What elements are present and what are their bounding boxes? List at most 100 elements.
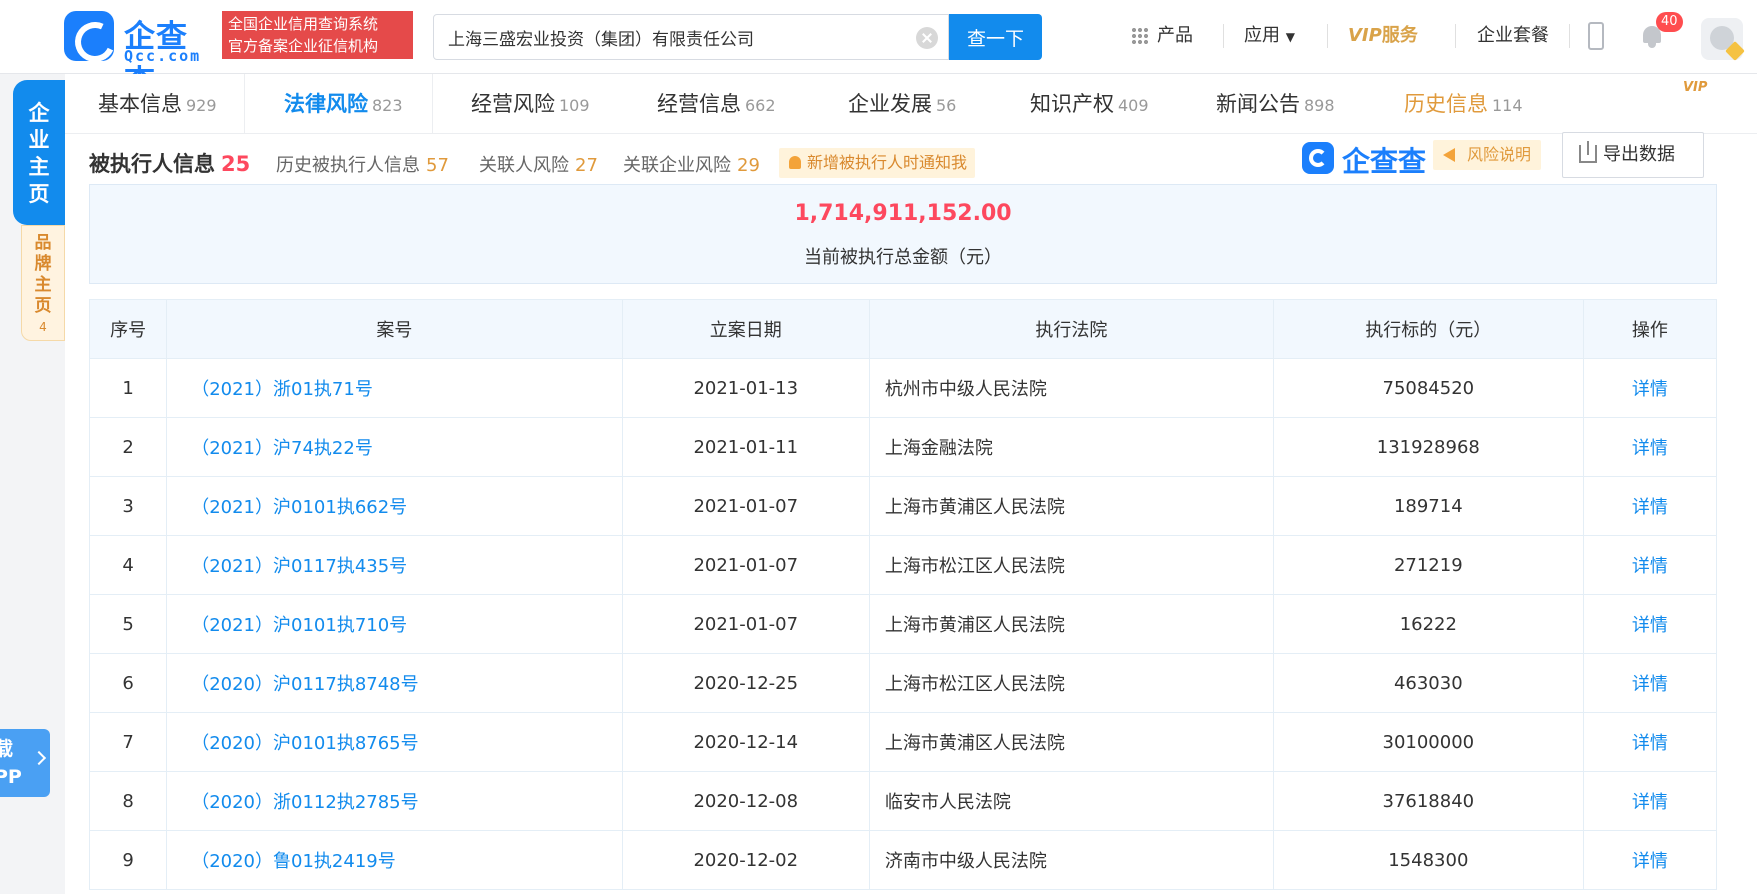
row-number: 8 bbox=[88, 771, 168, 831]
case-number-link[interactable]: （2020）鲁01执2419号 bbox=[166, 830, 623, 890]
notify-button[interactable]: 新增被执行人时通知我 bbox=[779, 148, 976, 178]
row-number: 7 bbox=[88, 712, 168, 772]
tab-legal-risk[interactable]: 法律风险 823 bbox=[284, 74, 403, 134]
tab-label: 知识产权 bbox=[1030, 92, 1114, 116]
tab-label: 基本信息 bbox=[98, 92, 182, 116]
case-number-link[interactable]: （2021）沪0101执710号 bbox=[166, 594, 623, 654]
case-number-link[interactable]: （2021）沪74执22号 bbox=[166, 417, 623, 477]
search-button[interactable]: 查一下 bbox=[949, 14, 1042, 60]
nav-product[interactable]: 产品 bbox=[1157, 18, 1193, 54]
clear-icon[interactable] bbox=[916, 27, 938, 49]
col-header-no[interactable]: 序号 bbox=[88, 299, 168, 359]
details-link[interactable]: 详情 bbox=[1582, 594, 1718, 654]
download-icon bbox=[1579, 141, 1597, 163]
col-header-date[interactable]: 立案日期 bbox=[621, 299, 870, 359]
details-link[interactable]: 详情 bbox=[1582, 712, 1718, 772]
side-tab-brand-home[interactable]: 品 牌 主 页 4 bbox=[21, 225, 65, 341]
table-row: 8 （2020）浙0112执2785号 2020-12-08 临安市人民法院 37618… bbox=[88, 771, 1718, 831]
qcc-logo[interactable]: 企查查 Qcc.com bbox=[64, 11, 214, 100]
details-link[interactable]: 详情 bbox=[1582, 417, 1718, 477]
top-header: 企查查 Qcc.com 全国企业信用查询系统 官方备案企业征信机构 查一下 产品… bbox=[0, 0, 1757, 100]
brand-count: 4 bbox=[39, 320, 47, 334]
details-link[interactable]: 详情 bbox=[1582, 476, 1718, 536]
details-link[interactable]: 详情 bbox=[1582, 830, 1718, 890]
case-number-link[interactable]: （2021）沪0101执662号 bbox=[166, 476, 623, 536]
download-app-button[interactable]: 载 PP bbox=[0, 729, 50, 797]
grid-icon[interactable] bbox=[1131, 27, 1149, 45]
row-number: 6 bbox=[88, 653, 168, 713]
risk-explain-button[interactable]: 风险说明 bbox=[1433, 140, 1542, 170]
execution-amount: 30100000 bbox=[1272, 712, 1584, 772]
tab-operating-info[interactable]: 经营信息 662 bbox=[657, 74, 776, 134]
filing-date: 2021-01-13 bbox=[621, 358, 870, 418]
table-row: 5 （2021）沪0101执710号 2021-01-07 上海市黄浦区人民法院 162… bbox=[88, 594, 1718, 654]
section-title-text: 被执行人信息 bbox=[89, 152, 215, 176]
executed-table: 序号 案号 立案日期 执行法院 执行标的（元） 操作 1 （2021）浙01执71… bbox=[88, 299, 1718, 890]
filing-date: 2020-12-08 bbox=[621, 771, 870, 831]
logo-en-text: Qcc.com bbox=[124, 47, 202, 65]
link-related-person-risk[interactable]: 关联人风险 27 bbox=[479, 151, 598, 177]
tab-development[interactable]: 企业发展 56 bbox=[848, 74, 956, 134]
details-link[interactable]: 详情 bbox=[1582, 653, 1718, 713]
filing-date: 2021-01-07 bbox=[621, 535, 870, 595]
export-data-button[interactable]: 导出数据 bbox=[1562, 132, 1704, 178]
nav-package[interactable]: 企业套餐 bbox=[1477, 18, 1549, 54]
search-input[interactable] bbox=[448, 15, 888, 59]
filing-date: 2021-01-11 bbox=[621, 417, 870, 477]
tab-count: 56 bbox=[936, 96, 957, 115]
nav-apps[interactable]: 应用 ▼ bbox=[1244, 18, 1295, 54]
execution-amount: 1548300 bbox=[1272, 830, 1584, 890]
tab-news[interactable]: 新闻公告 898 bbox=[1216, 74, 1335, 134]
filing-date: 2020-12-14 bbox=[621, 712, 870, 772]
link-label: 历史被执行人信息 bbox=[276, 155, 420, 176]
link-history-executed[interactable]: 历史被执行人信息 57 bbox=[276, 151, 449, 177]
tab-history[interactable]: 历史信息 114 bbox=[1404, 74, 1523, 134]
link-count: 29 bbox=[737, 155, 760, 176]
case-number-link[interactable]: （2020）浙0112执2785号 bbox=[166, 771, 623, 831]
filing-date: 2020-12-02 bbox=[621, 830, 870, 890]
row-number: 2 bbox=[88, 417, 168, 477]
col-header-court[interactable]: 执行法院 bbox=[868, 299, 1274, 359]
case-number-link[interactable]: （2021）浙01执71号 bbox=[166, 358, 623, 418]
col-header-case[interactable]: 案号 bbox=[166, 299, 623, 359]
case-number-link[interactable]: （2020）沪0101执8765号 bbox=[166, 712, 623, 772]
filing-date: 2021-01-07 bbox=[621, 594, 870, 654]
tab-ip[interactable]: 知识产权 409 bbox=[1030, 74, 1149, 134]
qcc-logo-icon bbox=[64, 11, 114, 61]
details-link[interactable]: 详情 bbox=[1582, 771, 1718, 831]
tab-operating-risk[interactable]: 经营风险 109 bbox=[471, 74, 590, 134]
col-header-amount[interactable]: 执行标的（元） bbox=[1272, 299, 1584, 359]
tab-bar: 基本信息 929 法律风险 823 经营风险 109 经营信息 662 企业发展 56 知… bbox=[65, 74, 1757, 134]
case-number-link[interactable]: （2020）沪0117执8748号 bbox=[166, 653, 623, 713]
filing-date: 2021-01-07 bbox=[621, 476, 870, 536]
link-related-company-risk[interactable]: 关联企业风险 29 bbox=[623, 151, 760, 177]
qcc-logo-icon bbox=[1302, 142, 1334, 174]
mobile-phone-icon[interactable] bbox=[1588, 22, 1604, 50]
side-tab-char: 主 bbox=[28, 155, 50, 179]
tab-divider bbox=[432, 74, 433, 134]
row-number: 4 bbox=[88, 535, 168, 595]
case-number-link[interactable]: （2021）沪0117执435号 bbox=[166, 535, 623, 595]
qcc-watermark-text: 企查查 bbox=[1342, 145, 1427, 178]
link-count: 27 bbox=[575, 155, 598, 176]
row-number: 3 bbox=[88, 476, 168, 536]
tab-count: 409 bbox=[1118, 96, 1149, 115]
slogan-line-2: 官方备案企业征信机构 bbox=[228, 37, 379, 55]
table-row: 7 （2020）沪0101执8765号 2020-12-14 上海市黄浦区人民法院 30… bbox=[88, 712, 1718, 772]
court-name: 上海金融法院 bbox=[868, 417, 1274, 477]
court-name: 上海市黄浦区人民法院 bbox=[868, 594, 1274, 654]
execution-amount: 189714 bbox=[1272, 476, 1584, 536]
row-number: 9 bbox=[88, 830, 168, 890]
export-label: 导出数据 bbox=[1603, 144, 1675, 165]
details-link[interactable]: 详情 bbox=[1582, 535, 1718, 595]
execution-amount: 37618840 bbox=[1272, 771, 1584, 831]
row-number: 5 bbox=[88, 594, 168, 654]
side-tab-company-home[interactable]: 企 业 主 页 bbox=[13, 80, 65, 225]
details-link[interactable]: 详情 bbox=[1582, 358, 1718, 418]
section-count: 25 bbox=[221, 152, 251, 176]
nav-vip-service[interactable]: VIP服务 bbox=[1348, 18, 1418, 54]
tab-basic-info[interactable]: 基本信息 929 bbox=[98, 74, 217, 134]
tab-count: 114 bbox=[1492, 96, 1523, 115]
tab-label: 新闻公告 bbox=[1216, 92, 1300, 116]
search-box bbox=[433, 14, 949, 60]
